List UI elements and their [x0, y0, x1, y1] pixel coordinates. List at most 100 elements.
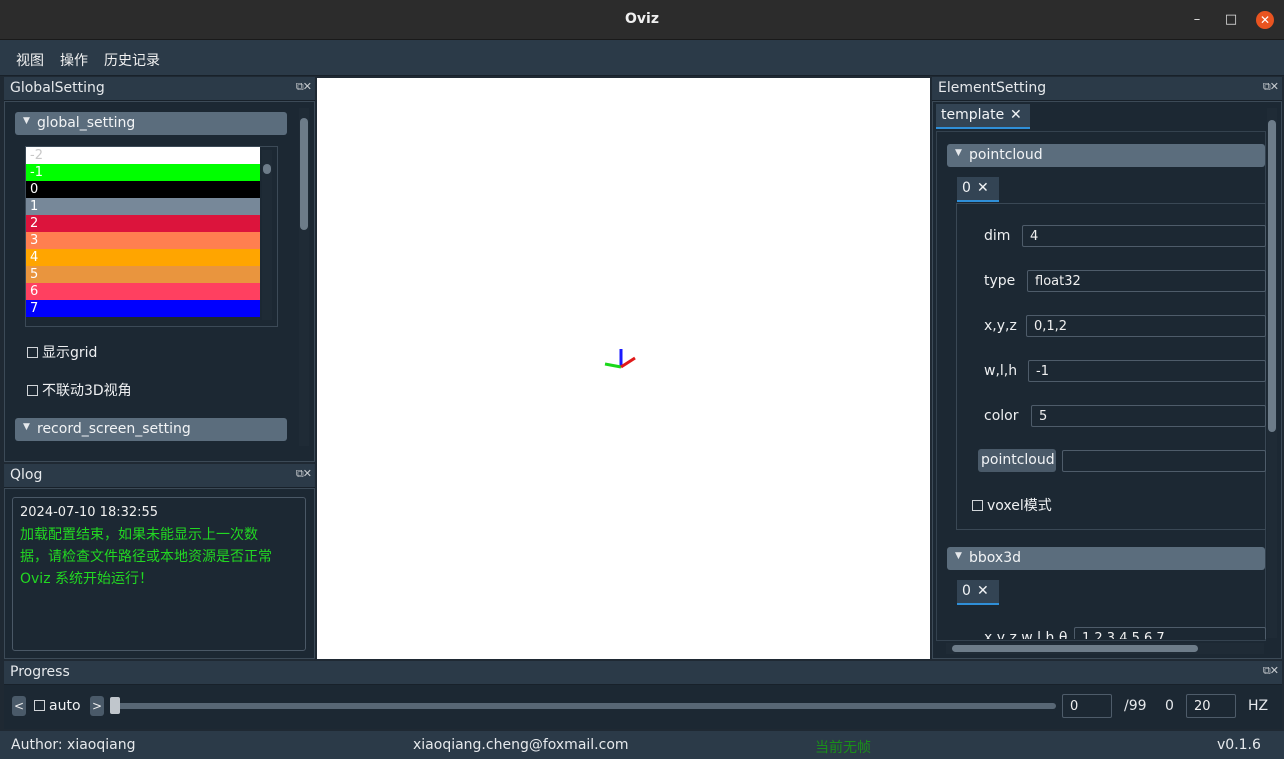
total-frames-label: /99	[1124, 698, 1147, 714]
checkbox-icon	[27, 385, 38, 396]
color-list-item[interactable]: 0	[26, 181, 260, 198]
dock-float-close-icon[interactable]: ⧉✕	[1263, 80, 1279, 94]
pointcloud-file-button[interactable]: pointcloud	[978, 449, 1056, 472]
color-list-item[interactable]: 7	[26, 300, 260, 317]
color-list-item[interactable]: 1	[26, 198, 260, 215]
color-input[interactable]: 5	[1031, 405, 1266, 427]
checkbox-icon	[972, 500, 983, 511]
minimize-icon[interactable]: –	[1188, 11, 1206, 29]
record-screen-group-header[interactable]: ▼ record_screen_setting	[15, 418, 287, 441]
color-list-item[interactable]: -2	[26, 147, 260, 164]
close-tab-icon[interactable]: ✕	[977, 583, 989, 599]
qlog-text-area[interactable]: 2024-07-10 18:32:55 加载配置结束，如果未能显示上一次数 据，…	[12, 497, 306, 651]
frame-status-label: 当前无帧	[815, 740, 871, 756]
element-setting-scrollbar-horizontal[interactable]	[946, 643, 1264, 654]
log-timestamp: 2024-07-10 18:32:55	[20, 505, 159, 520]
hz-value: 20	[1194, 699, 1211, 714]
global-setting-title: GlobalSetting	[10, 80, 105, 96]
menu-view[interactable]: 视图	[16, 50, 44, 70]
pointcloud-button-label: pointcloud	[981, 452, 1055, 468]
color-list-item[interactable]: 2	[26, 215, 260, 232]
auto-play-checkbox[interactable]: auto	[34, 698, 81, 714]
pointcloud-path-input[interactable]	[1062, 450, 1266, 472]
menu-operate[interactable]: 操作	[60, 50, 88, 70]
xyz-label: x,y,z	[984, 318, 1017, 334]
bbox3d-group-label: bbox3d	[969, 550, 1021, 566]
element-setting-scrollbar-vertical[interactable]	[1267, 108, 1277, 638]
color-list-item[interactable]: 5	[26, 266, 260, 283]
show-grid-checkbox[interactable]: 显示grid	[27, 342, 97, 362]
dim-input[interactable]: 4	[1022, 225, 1266, 247]
element-setting-dock-title: ElementSetting ⧉✕	[932, 77, 1282, 101]
log-line: 据，请检查文件路径或本地资源是否正常	[20, 549, 272, 565]
status-bar: Author: xiaoqiang xiaoqiang.cheng@foxmai…	[0, 731, 1284, 759]
color-list-scrollbar[interactable]	[262, 150, 272, 320]
color-label: color	[984, 408, 1019, 424]
color-list-item[interactable]: 4	[26, 249, 260, 266]
dim-label: dim	[984, 228, 1011, 244]
log-line: 加载配置结束，如果未能显示上一次数	[20, 527, 258, 543]
next-frame-button[interactable]: >	[90, 696, 104, 716]
maximize-icon[interactable]: □	[1222, 11, 1240, 29]
current-frame-label: 0	[1165, 698, 1174, 714]
tab-template-label: template	[941, 107, 1005, 123]
dock-float-close-icon[interactable]: ⧉✕	[1263, 664, 1279, 678]
voxel-mode-checkbox[interactable]: voxel模式	[972, 495, 1052, 515]
hz-label: HZ	[1248, 698, 1269, 714]
bbox-field-label: x,y,z,w,l,h,θ	[984, 630, 1068, 639]
wlh-value: -1	[1036, 364, 1049, 379]
close-icon[interactable]: ✕	[1256, 11, 1274, 29]
show-grid-label: 显示grid	[42, 345, 98, 361]
no-link-3d-label: 不联动3D视角	[42, 383, 132, 399]
frame-value: 0	[1070, 699, 1079, 714]
wlh-input[interactable]: -1	[1028, 360, 1266, 382]
collapse-arrow-icon: ▼	[955, 551, 962, 561]
no-link-3d-checkbox[interactable]: 不联动3D视角	[27, 380, 132, 400]
color-list-item[interactable]: 6	[26, 283, 260, 300]
tab-bbox3d-0-label: 0	[962, 583, 971, 599]
menu-bar: 视图 操作 历史记录	[0, 40, 1284, 76]
bbox-field-input[interactable]: 1,2,3,4,5,6,7	[1074, 627, 1266, 639]
tab-pointcloud-0-label: 0	[962, 180, 971, 196]
frame-input[interactable]: 0	[1062, 694, 1112, 718]
color-list[interactable]: -2 -1 0 1 2 3 4 5 6 7	[26, 147, 260, 320]
global-setting-group-label: global_setting	[37, 115, 136, 131]
author-label: Author: xiaoqiang	[11, 737, 136, 753]
progress-title: Progress	[10, 664, 70, 680]
color-list-item[interactable]: 3	[26, 232, 260, 249]
log-message: 加载配置结束，如果未能显示上一次数 据，请检查文件路径或本地资源是否正常 Ovi…	[20, 524, 304, 590]
collapse-arrow-icon: ▼	[955, 148, 962, 158]
hz-input[interactable]: 20	[1186, 694, 1236, 718]
menu-history[interactable]: 历史记录	[104, 50, 160, 70]
tab-template[interactable]: template ✕	[936, 104, 1030, 129]
3d-viewport[interactable]	[317, 78, 930, 659]
checkbox-icon	[34, 700, 45, 711]
frame-slider-track[interactable]	[112, 703, 1056, 709]
bbox-field-value: 1,2,3,4,5,6,7	[1082, 631, 1165, 639]
bbox3d-group-header[interactable]: ▼ bbox3d	[947, 547, 1265, 570]
frame-slider-handle[interactable]	[110, 697, 120, 714]
checkbox-icon	[27, 347, 38, 358]
dock-float-close-icon[interactable]: ⧉✕	[296, 467, 312, 481]
global-setting-scrollbar[interactable]	[299, 108, 309, 446]
version-label: v0.1.6	[1217, 737, 1261, 753]
window-title: Oviz	[625, 11, 659, 27]
window-titlebar: Oviz – □ ✕	[0, 0, 1284, 40]
prev-frame-button[interactable]: <	[12, 696, 26, 716]
record-screen-group-label: record_screen_setting	[37, 421, 191, 437]
type-input[interactable]: float32	[1027, 270, 1266, 292]
global-setting-group-header[interactable]: ▼ global_setting	[15, 112, 287, 135]
dock-float-close-icon[interactable]: ⧉✕	[296, 80, 312, 94]
color-value: 5	[1039, 409, 1048, 424]
tab-pointcloud-0[interactable]: 0 ✕	[957, 177, 999, 202]
color-list-item[interactable]: -1	[26, 164, 260, 181]
xyz-value: 0,1,2	[1034, 319, 1068, 334]
type-value: float32	[1035, 274, 1081, 289]
xyz-input[interactable]: 0,1,2	[1026, 315, 1266, 337]
close-tab-icon[interactable]: ✕	[1010, 107, 1022, 123]
log-line: Oviz 系统开始运行！	[20, 571, 153, 587]
tab-bbox3d-0[interactable]: 0 ✕	[957, 580, 999, 605]
pointcloud-group-header[interactable]: ▼ pointcloud	[947, 144, 1265, 167]
close-tab-icon[interactable]: ✕	[977, 180, 989, 196]
bbox3d-form-clip: x,y,z,w,l,h,θ 1,2,3,4,5,6,7	[956, 606, 1266, 639]
